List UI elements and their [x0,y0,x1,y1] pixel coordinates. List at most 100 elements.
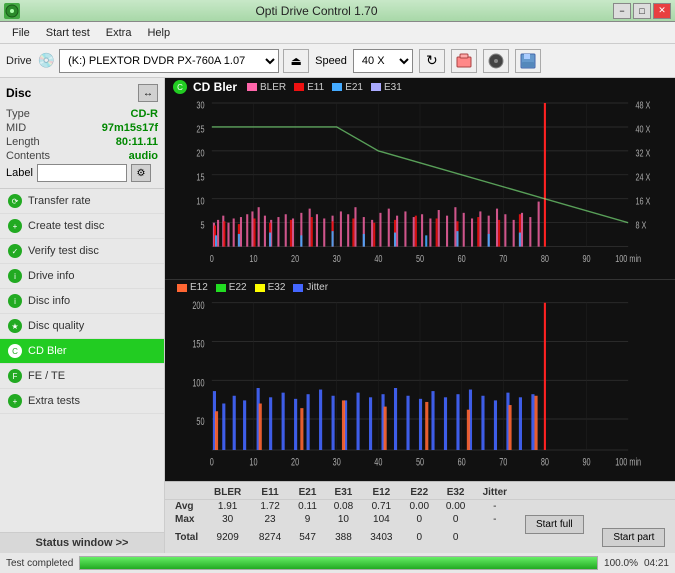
save-button[interactable] [515,49,541,73]
nav-label-verify-test-disc: Verify test disc [28,245,99,257]
toolbar: Drive 💿 (K:) PLEXTOR DVDR PX-760A 1.07 ⏏… [0,44,675,78]
nav-fe-te[interactable]: F FE / TE [0,364,164,389]
speed-dropdown[interactable]: 40 X [353,49,413,73]
row-avg-e22: 0.00 [401,500,437,514]
label-settings-button[interactable]: ⚙ [131,164,151,182]
nav-transfer-rate[interactable]: ⟳ Transfer rate [0,189,164,214]
refresh-button[interactable]: ↻ [419,49,445,73]
svg-text:40: 40 [374,253,382,264]
svg-text:8 X: 8 X [635,219,646,230]
col-header-e21: E21 [290,486,325,500]
drive-dropdown[interactable]: (K:) PLEXTOR DVDR PX-760A 1.07 [59,49,279,73]
nav-label-disc-quality: Disc quality [28,320,84,332]
svg-text:15: 15 [196,171,204,182]
table-row-max: Max 30 23 9 10 104 0 0 - [165,513,675,526]
start-full-button[interactable]: Start full [525,515,584,534]
legend-color-e21 [332,83,342,91]
nav-icon-cd-bler: C [8,344,22,358]
row-max-e11: 23 [250,513,290,526]
svg-text:0: 0 [210,456,214,468]
eject-button[interactable]: ⏏ [283,49,309,73]
nav-disc-info[interactable]: i Disc info [0,289,164,314]
svg-text:60: 60 [458,456,466,468]
row-total-e22: 0 [401,526,437,549]
svg-text:32 X: 32 X [635,147,650,158]
svg-text:48 X: 48 X [635,100,650,111]
nav-icon-extra-tests: + [8,394,22,408]
nav-label-cd-bler: CD Bler [28,345,67,357]
row-total-e32: 0 [437,526,473,549]
row-max-e22: 0 [401,513,437,526]
progress-bar-area: Test completed 100.0% 04:21 [0,553,675,573]
legend-e12: E12 [177,282,208,293]
chart1-title: CD Bler [193,80,237,94]
nav-icon-fe-te: F [8,369,22,383]
nav-icon-drive-info: i [8,269,22,283]
svg-text:24 X: 24 X [635,171,650,182]
menu-help[interactable]: Help [139,25,178,41]
close-button[interactable]: ✕ [653,3,671,19]
legend-e21: E21 [332,82,363,93]
nav-verify-test-disc[interactable]: ✓ Verify test disc [0,239,164,264]
legend-e32: E32 [255,282,286,293]
col-header-e31: E31 [325,486,361,500]
contents-value: audio [129,150,158,162]
chart1-header: C CD Bler BLER E11 E21 [165,78,675,96]
legend-color-bler [247,83,257,91]
svg-text:50: 50 [416,253,424,264]
svg-text:50: 50 [416,456,424,468]
chart1-area: 30 25 20 15 10 5 0 10 20 30 40 50 60 70 … [165,96,675,279]
menu-extra[interactable]: Extra [98,25,140,41]
legend-label-e12: E12 [190,282,208,293]
legend-color-e11 [294,83,304,91]
col-header-empty [165,486,205,500]
svg-text:30: 30 [333,253,341,264]
erase-button[interactable] [451,49,477,73]
svg-text:100 min: 100 min [615,456,641,468]
burn-button[interactable] [483,49,509,73]
chart2-legend: E12 E22 E32 Jitter [177,282,328,293]
svg-text:10: 10 [249,253,257,264]
menu-file[interactable]: File [4,25,38,41]
row-avg-e12: 0.71 [362,500,402,514]
svg-text:90: 90 [582,456,590,468]
nav-drive-info[interactable]: i Drive info [0,264,164,289]
nav-extra-tests[interactable]: + Extra tests [0,389,164,414]
maximize-button[interactable]: □ [633,3,651,19]
nav-icon-create-test-disc: + [8,219,22,233]
disc-label-input[interactable] [37,164,127,182]
chart2-header: E12 E22 E32 Jitter [165,280,675,295]
status-window-button[interactable]: Status window >> [0,532,164,553]
row-total-bler: 9209 [205,526,250,549]
legend-label-bler: BLER [260,82,286,93]
results-table: BLER E11 E21 E31 E12 E22 E32 Jitter Avg [165,486,675,549]
drive-disc-icon: 💿 [38,52,55,69]
svg-text:20: 20 [291,253,299,264]
left-panel: Disc ↔ Type CD-R MID 97m15s17f Length 80… [0,78,165,553]
svg-text:90: 90 [582,253,590,264]
progress-track [79,556,598,570]
progress-status-text: Test completed [6,558,73,569]
nav-disc-quality[interactable]: ★ Disc quality [0,314,164,339]
svg-text:10: 10 [249,456,257,468]
legend-color-e22 [216,284,226,292]
svg-text:100 min: 100 min [615,253,641,264]
minimize-button[interactable]: − [613,3,631,19]
drive-select-group: 💿 (K:) PLEXTOR DVDR PX-760A 1.07 ⏏ [38,49,309,73]
svg-text:70: 70 [499,253,507,264]
row-max-bler: 30 [205,513,250,526]
nav-create-test-disc[interactable]: + Create test disc [0,214,164,239]
nav-cd-bler[interactable]: C CD Bler [0,339,164,364]
svg-text:150: 150 [192,338,204,350]
menu-start-test[interactable]: Start test [38,25,98,41]
row-avg-bler: 1.91 [205,500,250,514]
svg-text:50: 50 [196,416,204,428]
svg-text:30: 30 [333,456,341,468]
disc-header: Disc ↔ [6,84,158,102]
chart1-icon: C [173,80,187,94]
type-value: CD-R [131,108,159,120]
window-controls: − □ ✕ [613,3,671,19]
disc-label-label: Label [6,167,33,179]
row-total-e21: 547 [290,526,325,549]
disc-refresh-button[interactable]: ↔ [138,84,158,102]
